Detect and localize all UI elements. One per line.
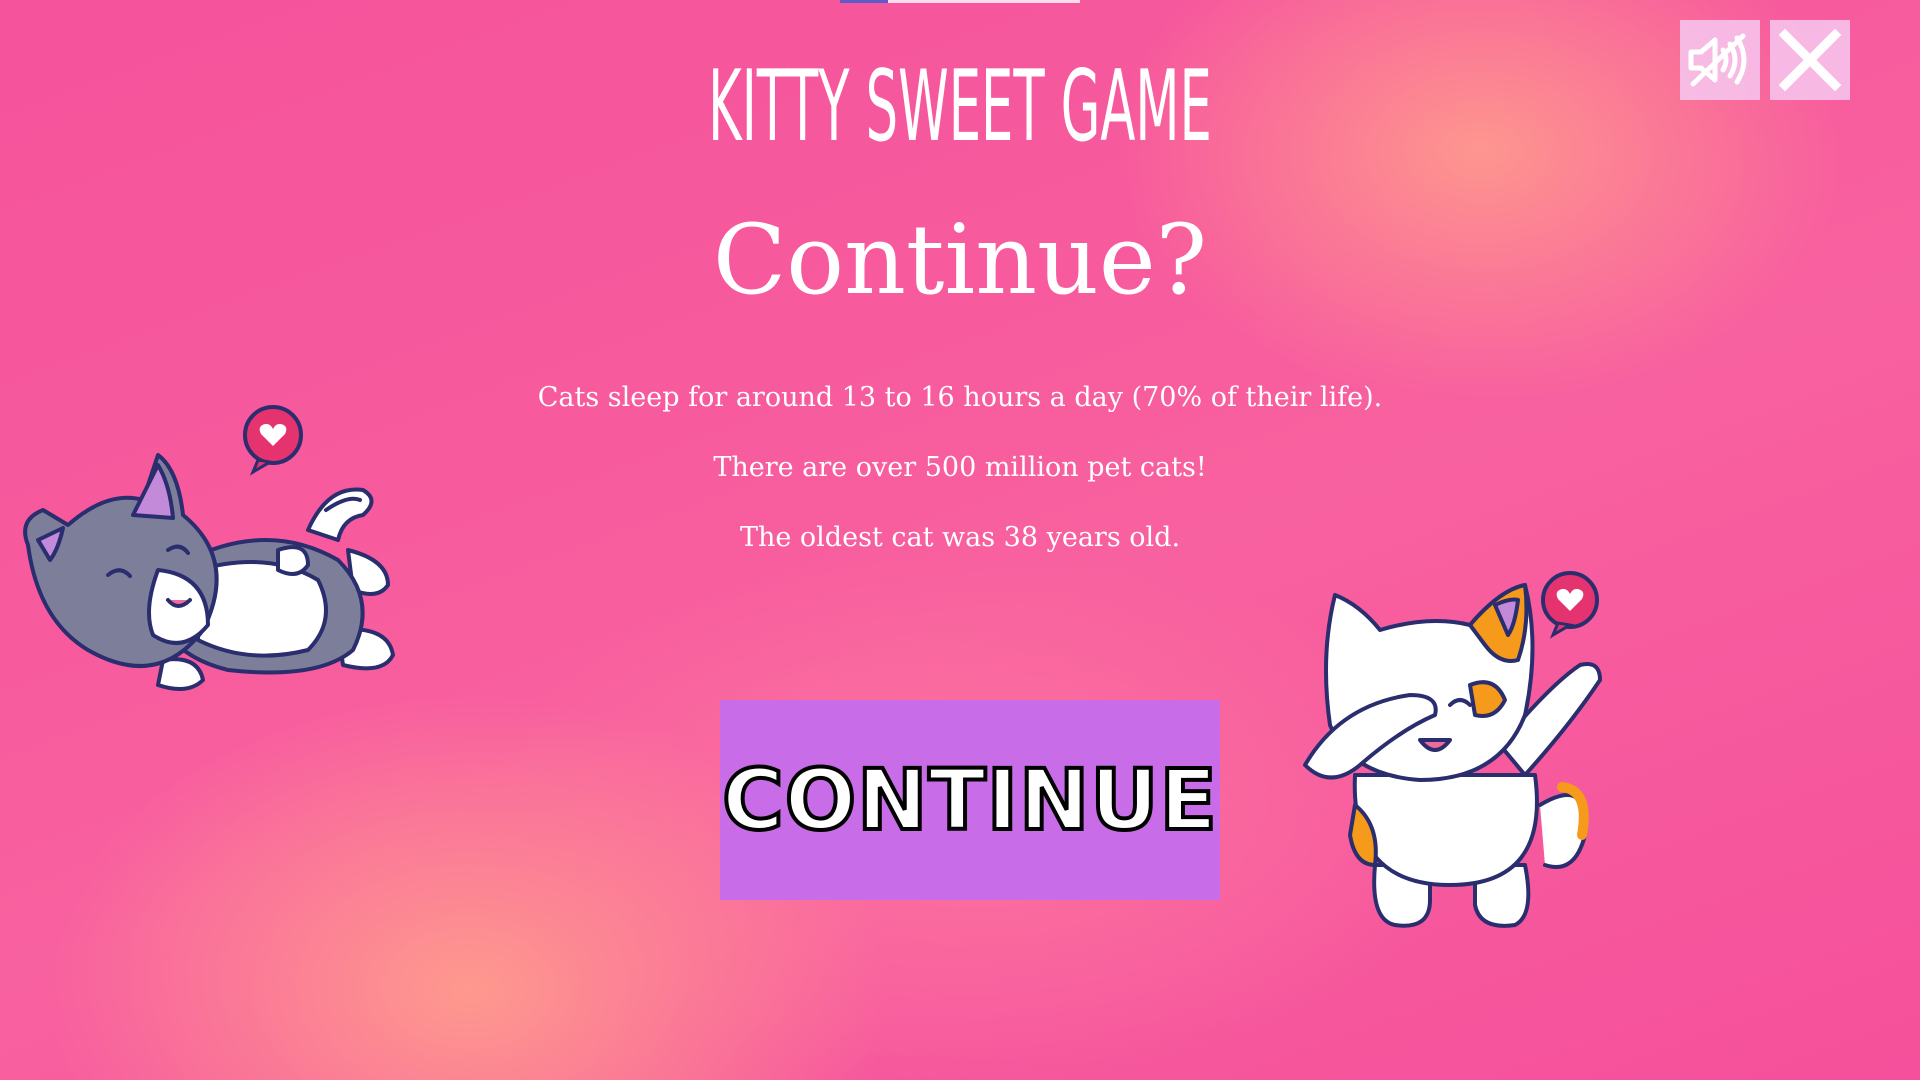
continue-heading: Continue? [712,204,1208,316]
continue-button-label: CONTINUE [720,749,1219,851]
speaker-muted-icon [1688,33,1747,87]
top-edge-banner-sliver [840,0,1080,3]
close-x-icon [1778,28,1842,92]
continue-button[interactable]: CONTINUE [720,700,1220,900]
mute-button[interactable] [1680,20,1760,100]
lying-gray-cat-illustration [23,405,395,691]
game-title: KITTY SWEET GAME [708,50,1212,164]
dabbing-calico-cat-illustration [1303,571,1602,928]
close-button[interactable] [1770,20,1850,100]
